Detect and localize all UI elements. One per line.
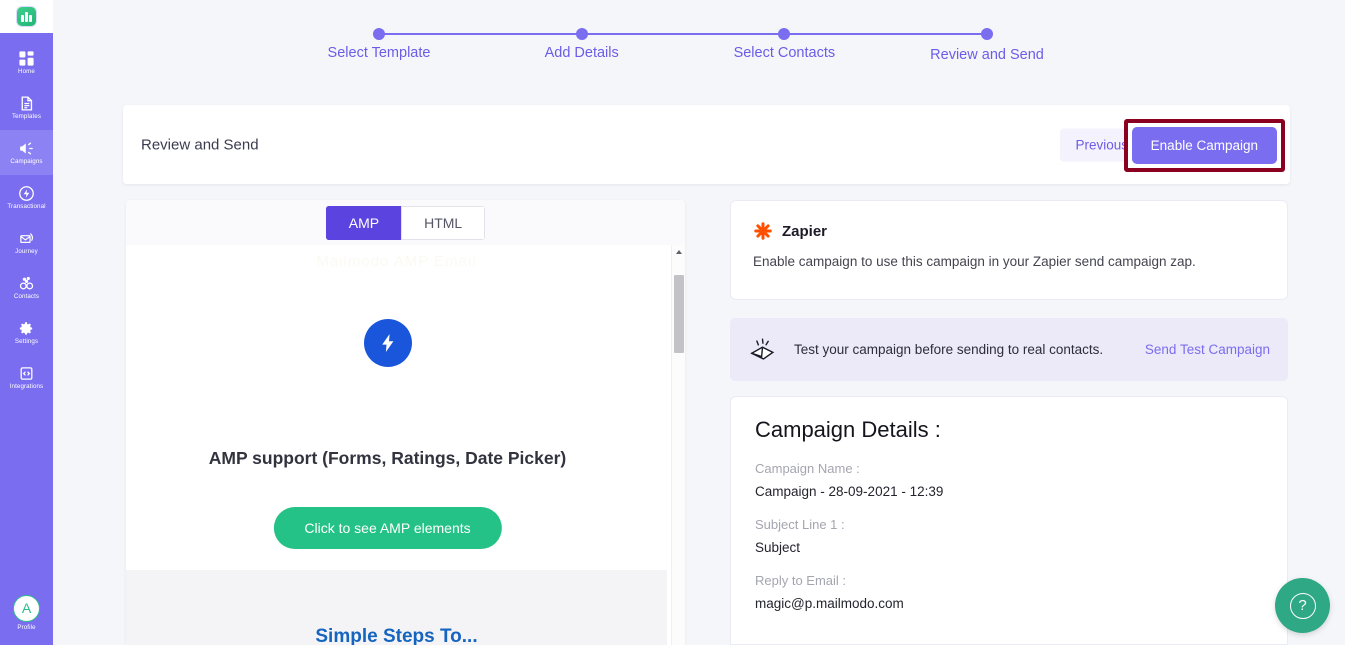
zapier-header: Zapier (753, 221, 1265, 241)
sidebar-item-label: Campaigns (10, 158, 43, 166)
sidebar-item-label: Templates (11, 113, 42, 121)
preview-tabbar: AMP HTML (126, 200, 685, 245)
detail-value: Subject (755, 540, 801, 555)
bolt-icon (18, 184, 36, 202)
envelope-send-icon (750, 338, 775, 360)
grid-icon (18, 49, 36, 67)
profile-label: Profile (17, 623, 36, 631)
email-faint-top-text: Mailmodo AMP Email (316, 253, 477, 270)
contacts-icon (18, 274, 36, 292)
help-button[interactable]: ? (1275, 578, 1330, 633)
detail-row: Subject Line 1 : Subject (755, 517, 1263, 555)
send-test-campaign-link[interactable]: Send Test Campaign (1145, 342, 1270, 357)
sidebar-item-settings[interactable]: Settings (0, 310, 53, 355)
step-dot[interactable] (778, 28, 791, 40)
sidebar-item-label: Home (18, 68, 35, 76)
step-dot[interactable] (575, 28, 588, 40)
zapier-description: Enable campaign to use this campaign in … (753, 254, 1196, 269)
email-heading: AMP support (Forms, Ratings, Date Picker… (208, 448, 567, 468)
zapier-card: Zapier Enable campaign to use this campa… (730, 200, 1288, 300)
enable-campaign-highlight: Enable Campaign (1123, 119, 1285, 172)
mailmodo-logo-icon (17, 7, 36, 26)
document-icon (18, 94, 36, 112)
sidebar-item-profile[interactable]: A Profile (0, 585, 53, 645)
sidebar-item-campaigns[interactable]: Campaigns (0, 130, 53, 175)
email-secondary-section: Simple Steps To... (126, 570, 667, 645)
test-banner-text: Test your campaign before sending to rea… (794, 342, 1104, 357)
sidebar-item-integrations[interactable]: Integrations (0, 355, 53, 400)
detail-label: Campaign Name : (755, 461, 860, 476)
sidebar-item-label: Contacts (13, 293, 40, 301)
detail-value: Campaign - 28-09-2021 - 12:39 (755, 484, 944, 499)
campaign-review-page: Home Templates Campaigns Transactional J (0, 0, 1345, 645)
detail-row: Reply to Email : magic@p.mailmodo.com (755, 573, 1263, 611)
step-connector (384, 32, 577, 36)
sidebar-item-label: Integrations (9, 383, 44, 391)
sidebar-item-templates[interactable]: Templates (0, 85, 53, 130)
step-dot[interactable] (981, 28, 994, 40)
caret-up-icon[interactable] (672, 245, 685, 259)
sidebar-item-label: Settings (14, 338, 39, 346)
page-title: Review and Send (141, 136, 259, 153)
email-blue-heading: Simple Steps To... (315, 626, 478, 645)
email-preview-panel: AMP HTML Mailmodo AMP Email AMP support … (126, 200, 685, 645)
campaign-details-title: Campaign Details : (755, 417, 941, 442)
step-label: Select Template (327, 45, 431, 61)
detail-label: Subject Line 1 : (755, 517, 845, 532)
sidebar-item-journey[interactable]: Journey (0, 220, 53, 265)
tab-amp[interactable]: AMP (325, 205, 402, 240)
megaphone-icon (18, 139, 36, 157)
step-connector (586, 32, 780, 36)
detail-label: Reply to Email : (755, 573, 847, 588)
sidebar-item-contacts[interactable]: Contacts (0, 265, 53, 310)
amp-elements-cta-button[interactable]: Click to see AMP elements (273, 507, 502, 549)
wizard-stepper: Select Template Add Details Select Conta… (53, 0, 1345, 100)
step-select-contacts[interactable]: Select Contacts (734, 28, 983, 61)
code-clipboard-icon (18, 364, 36, 382)
step-add-details[interactable]: Add Details (545, 28, 780, 61)
step-review-and-send[interactable]: Review and Send (930, 28, 1044, 63)
step-dot[interactable] (373, 28, 385, 40)
journey-envelope-icon (18, 229, 36, 247)
avatar: A (13, 594, 40, 622)
page-header-bar: Review and Send Previous Enable Campaign (123, 105, 1290, 184)
detail-value: magic@p.mailmodo.com (755, 596, 904, 611)
preview-tab-group: AMP HTML (325, 205, 486, 240)
sidebar-item-transactional[interactable]: Transactional (0, 175, 53, 220)
step-label: Add Details (544, 45, 619, 61)
sidebar-item-label: Journey (15, 248, 38, 256)
tab-html[interactable]: HTML (401, 205, 486, 240)
sidebar: Home Templates Campaigns Transactional J (0, 0, 53, 645)
scrollbar-thumb[interactable] (674, 275, 684, 353)
test-campaign-banner: Test your campaign before sending to rea… (730, 318, 1288, 381)
email-preview-body: Mailmodo AMP Email AMP support (Forms, R… (126, 245, 685, 645)
step-label: Select Contacts (733, 45, 836, 61)
gear-icon (18, 319, 36, 337)
zapier-asterisk-icon (754, 222, 772, 240)
sidebar-item-home[interactable]: Home (0, 40, 53, 85)
app-logo[interactable] (0, 0, 53, 33)
preview-scrollbar[interactable] (671, 245, 685, 645)
step-select-template[interactable]: Select Template (328, 28, 577, 61)
question-mark-icon: ? (1289, 592, 1316, 619)
step-connector (789, 32, 983, 36)
zapier-title: Zapier (782, 222, 828, 240)
step-label: Review and Send (930, 47, 1044, 63)
campaign-details-card: Campaign Details : Campaign Name : Campa… (730, 396, 1288, 645)
amp-bolt-icon (363, 319, 412, 367)
detail-row: Campaign Name : Campaign - 28-09-2021 - … (755, 461, 1263, 499)
enable-campaign-button[interactable]: Enable Campaign (1131, 127, 1277, 164)
email-hero-section: Mailmodo AMP Email AMP support (Forms, R… (126, 245, 667, 570)
sidebar-item-label: Transactional (7, 203, 46, 211)
